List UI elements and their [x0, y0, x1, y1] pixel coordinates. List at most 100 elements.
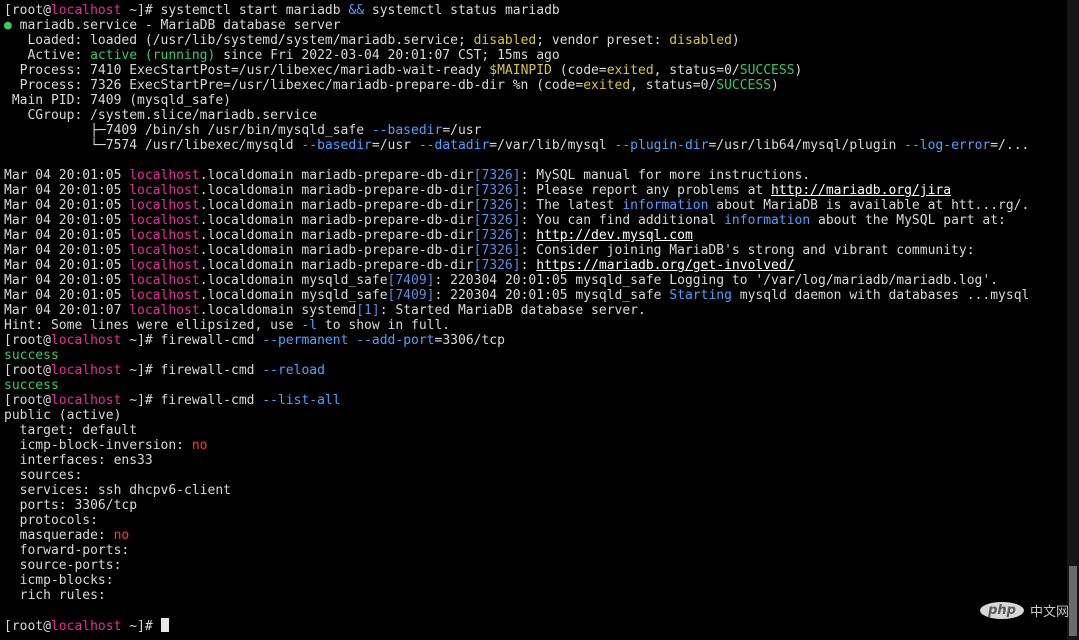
terminal-line: Mar 04 20:01:05 localhost.localdomain ma…	[4, 243, 1065, 258]
output-text: source-ports:	[4, 558, 130, 573]
output-text: : 220304 20:01:05 mysqld_safe Logging to…	[434, 273, 999, 288]
output-text: disabled	[473, 33, 537, 48]
output-text: ●	[4, 18, 12, 33]
output-text: Mar 04 20:01:05	[4, 183, 130, 198]
output-text: [7409]	[387, 288, 435, 303]
output-text: target: default	[4, 423, 138, 438]
terminal-line: protocols:	[4, 513, 1065, 528]
terminal-line: ● mariadb.service - MariaDB database ser…	[4, 18, 1065, 33]
output-text: localhost	[129, 228, 200, 243]
output-text: --plugin-dir	[614, 138, 709, 153]
output-text: Mar 04 20:01:05	[4, 198, 130, 213]
output-text: since Fri 2022-03-04 20:01:07 CST; 15ms …	[215, 48, 560, 63]
output-text: [1]	[356, 303, 380, 318]
output-text: , status=0/	[630, 78, 717, 93]
output-text: =/usr	[371, 138, 419, 153]
output-text: no	[113, 528, 130, 543]
terminal-line: forward-ports:	[4, 543, 1065, 558]
terminal-line: Mar 04 20:01:05 localhost.localdomain ma…	[4, 213, 1065, 228]
terminal-line: masquerade: no	[4, 528, 1065, 543]
terminal-line: ├─7409 /bin/sh /usr/bin/mysqld_safe --ba…	[4, 123, 1065, 138]
output-text: (code=	[551, 63, 607, 78]
url-link[interactable]: http://mariadb.org/jira	[771, 183, 951, 198]
output-text: :	[520, 258, 537, 273]
output-text: localhost	[129, 303, 200, 318]
output-text: .localdomain mariadb-prepare-db-dir	[199, 198, 474, 213]
terminal-line: └─7574 /usr/libexec/mysqld --basedir=/us…	[4, 138, 1065, 153]
output-text: : Started MariaDB database server.	[379, 303, 646, 318]
terminal-line: Mar 04 20:01:05 localhost.localdomain my…	[4, 288, 1065, 303]
terminal-line: [root@localhost ~]# firewall-cmd --perma…	[4, 333, 1065, 348]
terminal-line: success	[4, 348, 1065, 363]
output-text: =/usr/lib64/mysql/plugin	[708, 138, 905, 153]
output-text: ; vendor preset:	[536, 33, 670, 48]
terminal-line: Mar 04 20:01:05 localhost.localdomain ma…	[4, 258, 1065, 273]
output-text: about MariaDB is available at htt...rg/.	[708, 198, 1030, 213]
output-text: , status=0/	[653, 63, 740, 78]
terminal-line: Mar 04 20:01:05 localhost.localdomain ma…	[4, 228, 1065, 243]
output-text: disabled	[669, 33, 732, 48]
output-text: localhost	[50, 393, 122, 408]
terminal-line: ports: 3306/tcp	[4, 498, 1065, 513]
terminal-line: icmp-blocks:	[4, 573, 1065, 588]
output-text: public (active)	[4, 408, 122, 423]
output-text: active (running)	[90, 48, 216, 63]
output-text: Starting	[669, 288, 732, 303]
watermark-site-name: 中文网	[1029, 605, 1069, 620]
url-link[interactable]: https://mariadb.org/get-involved/	[536, 258, 794, 273]
terminal-line: success	[4, 378, 1065, 393]
watermark: php 中文网	[980, 601, 1069, 620]
output-text: Main PID: 7409 (mysqld_safe)	[4, 93, 231, 108]
output-text: [7326]	[473, 228, 521, 243]
url-link[interactable]: http://dev.mysql.com	[536, 228, 693, 243]
terminal-line: public (active)	[4, 408, 1065, 423]
output-text: ~]# firewall-cmd	[121, 393, 263, 408]
output-text: information	[724, 213, 811, 228]
output-text: =/usr	[442, 123, 482, 138]
output-text: CGroup: /system.slice/mariadb.service	[4, 108, 318, 123]
output-text: $MAINPID	[489, 63, 552, 78]
output-text: SUCCESS	[739, 63, 795, 78]
output-text: localhost	[50, 619, 122, 633]
output-text: .localdomain mysqld_safe	[199, 288, 388, 303]
output-text: -l	[301, 318, 318, 333]
output-text: --reload	[262, 363, 325, 378]
output-text: masquerade:	[4, 528, 114, 543]
terminal-line: Process: 7410 ExecStartPost=/usr/libexec…	[4, 63, 1065, 78]
terminal-line: rich rules:	[4, 588, 1065, 603]
output-text: =/...	[990, 138, 1030, 153]
command-prompt[interactable]: [root@localhost ~]#	[4, 618, 1065, 633]
output-text: exited	[583, 78, 631, 93]
output-text: ~]# systemctl start mariadb	[121, 3, 349, 18]
terminal-line: Loaded: loaded (/usr/lib/systemd/system/…	[4, 33, 1065, 48]
terminal-output[interactable]: [root@localhost ~]# systemctl start mari…	[4, 3, 1065, 640]
terminal-line: sources:	[4, 468, 1065, 483]
php-logo: php	[980, 602, 1024, 619]
output-text: [7326]	[473, 258, 521, 273]
output-text: Mar 04 20:01:05	[4, 243, 130, 258]
output-text: about the MySQL part at:	[810, 213, 1006, 228]
output-text: localhost	[129, 288, 200, 303]
output-text: [root@	[4, 619, 51, 633]
output-text: : Consider joining MariaDB's strong and …	[520, 243, 975, 258]
terminal-line: Mar 04 20:01:05 localhost.localdomain ma…	[4, 168, 1065, 183]
scrollbar-thumb[interactable]	[1069, 566, 1077, 636]
output-text: ports: 3306/tcp	[4, 498, 138, 513]
terminal-line: [root@localhost ~]# systemctl start mari…	[4, 3, 1065, 18]
output-text: : Please report any problems at	[520, 183, 772, 198]
output-text: localhost	[129, 198, 200, 213]
output-text: information	[622, 198, 709, 213]
output-text: [root@	[4, 393, 51, 408]
output-text: --basedir	[301, 138, 372, 153]
output-text: : The latest	[520, 198, 623, 213]
output-text: [root@	[4, 363, 51, 378]
vertical-scrollbar[interactable]	[1067, 0, 1079, 640]
output-text: mysqld daemon with databases ...mysql	[731, 288, 1030, 303]
terminal-line: services: ssh dhcpv6-client	[4, 483, 1065, 498]
terminal-line: Process: 7326 ExecStartPre=/usr/libexec/…	[4, 78, 1065, 93]
terminal-line: [root@localhost ~]# firewall-cmd --reloa…	[4, 363, 1065, 378]
output-text: --list-all	[262, 393, 341, 408]
output-text: )	[731, 33, 740, 48]
text-cursor	[160, 618, 169, 632]
output-text: --permanent	[262, 333, 349, 348]
